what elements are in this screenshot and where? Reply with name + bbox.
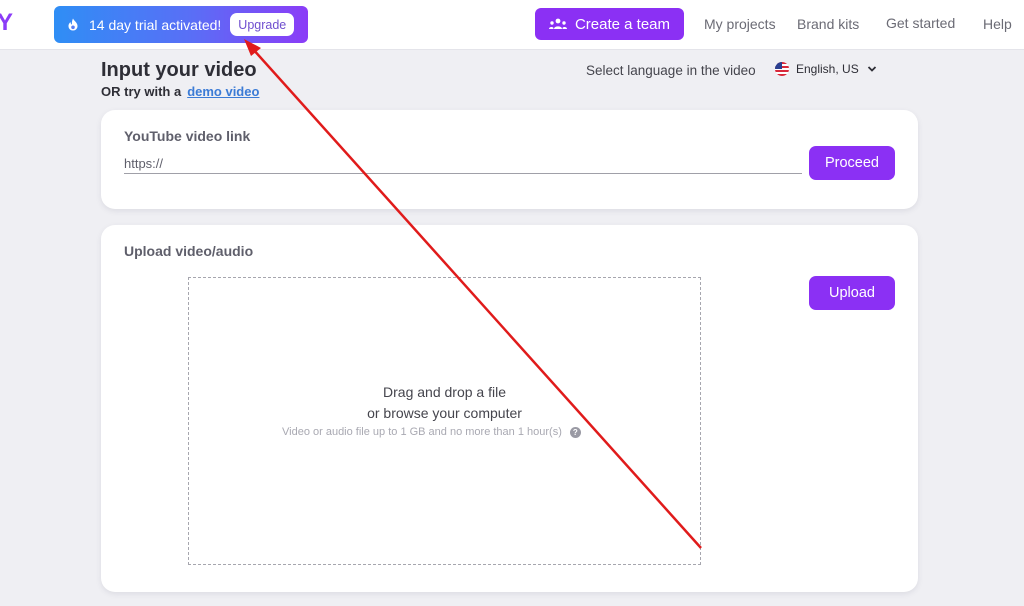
trial-banner: 14 day trial activated! Upgrade [54,6,308,43]
browse-computer-link[interactable]: or browse your computer [189,405,700,421]
help-icon[interactable]: ? [569,426,581,438]
nav-get-started[interactable]: Get started [886,15,955,31]
youtube-url-input[interactable] [124,154,802,174]
top-navigation-bar: Y 14 day trial activated! Upgrade Create… [0,0,1024,50]
language-label: Select language in the video [586,63,756,78]
nav-brand-kits[interactable]: Brand kits [797,16,859,32]
trial-status-text: 14 day trial activated! [89,16,222,33]
dropzone-title: Drag and drop a file [383,384,506,400]
nav-my-projects[interactable]: My projects [704,16,776,32]
chevron-down-icon [867,66,876,72]
proceed-button[interactable]: Proceed [809,146,895,180]
upload-card: Upload video/audio Drag and drop a file … [101,225,918,592]
nav-help[interactable]: Help [983,16,1012,32]
language-selected-value: English, US [796,62,859,76]
create-team-button[interactable]: Create a team [535,8,684,40]
file-dropzone[interactable]: Drag and drop a file or browse your comp… [188,277,701,565]
language-select[interactable]: English, US [775,62,877,76]
youtube-link-card: YouTube video link Proceed [101,110,918,209]
upload-limits-text: Video or audio file up to 1 GB and no mo… [282,426,562,438]
upgrade-button[interactable]: Upgrade [230,13,295,36]
subtitle-prefix: OR try with a [101,84,182,99]
logo[interactable]: Y [0,9,13,37]
upload-label: Upload video/audio [124,243,254,259]
team-icon [548,18,567,29]
upload-limits-hint: Video or audio file up to 1 GB and no mo… [282,426,581,438]
us-flag-icon [775,62,789,76]
create-team-label: Create a team [574,15,671,33]
upload-button[interactable]: Upload [809,276,895,310]
youtube-link-label: YouTube video link [124,128,251,144]
demo-subtitle: OR try with a demo video [101,84,259,99]
fire-icon [68,18,78,31]
demo-video-link[interactable]: demo video [187,84,259,99]
page-title: Input your video [101,59,257,81]
